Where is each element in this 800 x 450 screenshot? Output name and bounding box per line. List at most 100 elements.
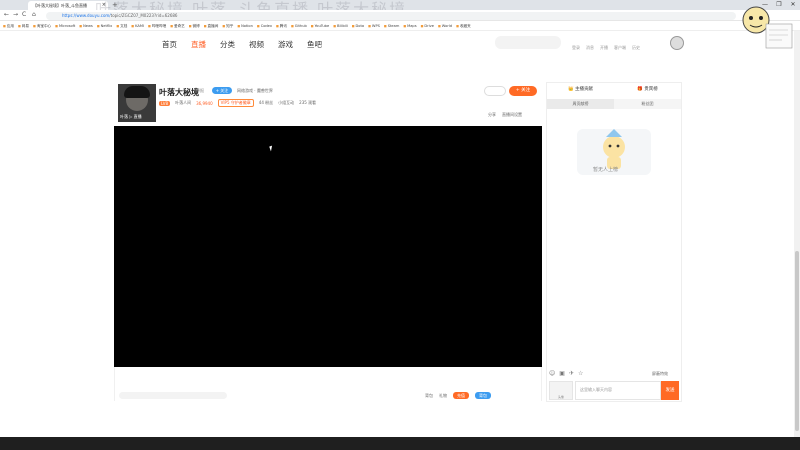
- horn-icon[interactable]: ✈: [569, 370, 574, 377]
- nav-item[interactable]: 鱼吧: [307, 39, 322, 50]
- reload-icon[interactable]: C: [22, 11, 26, 18]
- bookmark-item[interactable]: Microsoft: [55, 22, 75, 30]
- user-avatar[interactable]: [670, 36, 684, 50]
- notification-toggle-button[interactable]: [484, 86, 506, 96]
- back-icon[interactable]: ←: [4, 11, 9, 18]
- star-icon[interactable]: ☆: [578, 370, 583, 377]
- streamer-avatar[interactable]: 叶落 ▷ 直播: [118, 84, 156, 122]
- follow-button[interactable]: + 关注: [509, 86, 537, 96]
- send-button[interactable]: 发送: [661, 381, 679, 400]
- block-effects-toggle[interactable]: 屏蔽特效: [652, 371, 668, 377]
- recharge-button[interactable]: 充值: [453, 392, 469, 399]
- report-link[interactable]: 举报: [196, 88, 204, 94]
- nav-item[interactable]: 视频: [249, 39, 264, 50]
- bookmark-item[interactable]: 网易: [18, 22, 29, 30]
- nav-item[interactable]: 首页: [162, 39, 177, 50]
- nav-item[interactable]: 游戏: [278, 39, 293, 50]
- gift-link[interactable]: 礼物: [439, 393, 447, 399]
- avatar-hair: [124, 86, 150, 98]
- header-link[interactable]: 消息: [586, 45, 594, 51]
- bookmark-item[interactable]: 知乎: [222, 22, 233, 30]
- bookmark-item[interactable]: Netflix: [97, 22, 113, 30]
- bookmark-item[interactable]: 微博: [189, 22, 200, 30]
- url-path: topic/ZGCZ07_M0223?rid=62686: [110, 12, 178, 18]
- rank-panel: 👑 主播贡献 🎁 贵宾榜 周贡献榜 粉丝团: [546, 82, 682, 402]
- bookmark-item[interactable]: 哔哩哔哩: [148, 22, 166, 30]
- bookmark-item[interactable]: WPS: [368, 22, 380, 30]
- bookmark-item[interactable]: Notion: [237, 22, 253, 30]
- bookmark-item[interactable]: 应用: [3, 22, 14, 30]
- streamer-meta: LV8 叶落人间 36,9940 VIP5 守护者徽章 44 粉丝 小组互动 2…: [159, 99, 316, 107]
- scroll-thumb[interactable]: [795, 251, 799, 431]
- tab-title: 【叶落大秘境】叶落_斗鱼直播: [33, 3, 87, 8]
- fan-badge: 叶落人间: [175, 100, 192, 105]
- image-icon[interactable]: ▣: [559, 370, 565, 377]
- header-link[interactable]: 开播: [600, 45, 608, 51]
- bookmark-item[interactable]: Dota: [352, 22, 365, 30]
- header-links: 登录 消息 开播 客户端 历史: [572, 45, 640, 51]
- room-settings-link[interactable]: 直播间设置: [502, 112, 522, 118]
- nav-item[interactable]: 直播: [191, 39, 206, 50]
- home-icon[interactable]: ⌂: [32, 11, 36, 18]
- bookmark-item[interactable]: KAMI: [131, 22, 144, 30]
- header-link[interactable]: 客户端: [614, 45, 626, 51]
- url-host: https://www.douyu.com/: [62, 12, 111, 18]
- mascot-icon: [742, 6, 793, 49]
- backpack-button[interactable]: 背包: [475, 392, 491, 399]
- gift-bar[interactable]: [119, 392, 227, 399]
- nav-item[interactable]: 分类: [220, 39, 235, 50]
- bookmark-item[interactable]: Codex: [257, 22, 272, 30]
- bookmark-item[interactable]: Bilibili: [333, 22, 348, 30]
- rank-tabs: 👑 主播贡献 🎁 贵宾榜: [547, 83, 681, 97]
- hotness-count: 36,9940: [196, 100, 213, 106]
- bag-link[interactable]: 背包: [425, 393, 433, 399]
- site-search-input[interactable]: [495, 36, 561, 49]
- fans-count: 44 粉丝: [258, 100, 274, 105]
- address-bar: ← → C ⌂ https://www.douyu.com/topic/ZGCZ…: [0, 10, 800, 21]
- forward-icon[interactable]: →: [13, 11, 18, 18]
- guard-badge[interactable]: VIP5 守护者徽章: [217, 99, 254, 107]
- chat-input[interactable]: 这里输入聊天内容: [575, 381, 661, 400]
- bookmark-item[interactable]: News: [79, 22, 93, 30]
- share-links: 分享 直播间设置: [488, 112, 522, 118]
- viewer-count: 235 观看: [299, 100, 317, 105]
- category-breadcrumb[interactable]: 网络游戏 · 魔兽世界: [237, 88, 273, 94]
- tab-contribution[interactable]: 👑 主播贡献: [547, 83, 614, 97]
- bookmark-item[interactable]: Github: [291, 22, 307, 30]
- chat-toolbar: ☺ ▣ ✈ ☆: [549, 370, 583, 377]
- chat-avatar: 头像: [549, 381, 573, 400]
- bookmark-item[interactable]: Drive: [421, 22, 434, 30]
- share-link[interactable]: 分享: [488, 112, 496, 118]
- page-scrollbar[interactable]: [794, 31, 800, 437]
- bookmark-item[interactable]: YouTube: [311, 22, 330, 30]
- level-badge: LV8: [159, 100, 171, 106]
- url-field[interactable]: https://www.douyu.com/topic/ZGCZ07_M0223…: [46, 11, 736, 20]
- bookmark-item[interactable]: 直播间: [204, 22, 219, 30]
- subtab-weekly[interactable]: 周贡献榜: [547, 99, 614, 109]
- tab-vip[interactable]: 🎁 贵宾榜: [614, 83, 681, 97]
- header-link[interactable]: 登录: [572, 45, 580, 51]
- streamer-name: 叶落大秘境: [159, 88, 199, 97]
- bookmarks-bar: 应用网易淘宝中心 Microsoft News Netflix文档 KAMI 哔哩哔哩爱奇…: [0, 22, 800, 31]
- bookmark-item[interactable]: Steam: [384, 22, 400, 30]
- header-link[interactable]: 历史: [632, 45, 640, 51]
- group-link[interactable]: 小组互动: [278, 100, 294, 106]
- rank-empty-text: 暂无人上榜: [593, 167, 619, 173]
- video-player[interactable]: [114, 126, 542, 367]
- subtab-fans[interactable]: 粉丝团: [614, 99, 681, 109]
- bookmark-item[interactable]: 文档: [116, 22, 127, 30]
- bottom-actions: 背包 礼物 充值 背包: [425, 392, 491, 399]
- follow-pill-button[interactable]: + 关注: [212, 87, 232, 94]
- rank-sub-tabs: 周贡献榜 粉丝团: [547, 99, 681, 109]
- avatar-tag: 叶落 ▷ 直播: [120, 114, 142, 119]
- emoji-icon[interactable]: ☺: [549, 370, 555, 377]
- os-taskbar: [0, 437, 800, 450]
- bookmark-item[interactable]: World: [438, 22, 452, 30]
- bookmark-item[interactable]: 爱奇艺: [170, 22, 185, 30]
- bookmark-item[interactable]: 腾讯: [276, 22, 287, 30]
- bookmark-item[interactable]: 收藏夹: [456, 22, 471, 30]
- bookmark-item[interactable]: Maps: [403, 22, 416, 30]
- bookmark-item[interactable]: 淘宝中心: [33, 22, 51, 30]
- chat-input-row: 头像 这里输入聊天内容 发送: [549, 381, 679, 400]
- site-nav: 首页 直播 分类 视频 游戏 鱼吧: [162, 39, 322, 50]
